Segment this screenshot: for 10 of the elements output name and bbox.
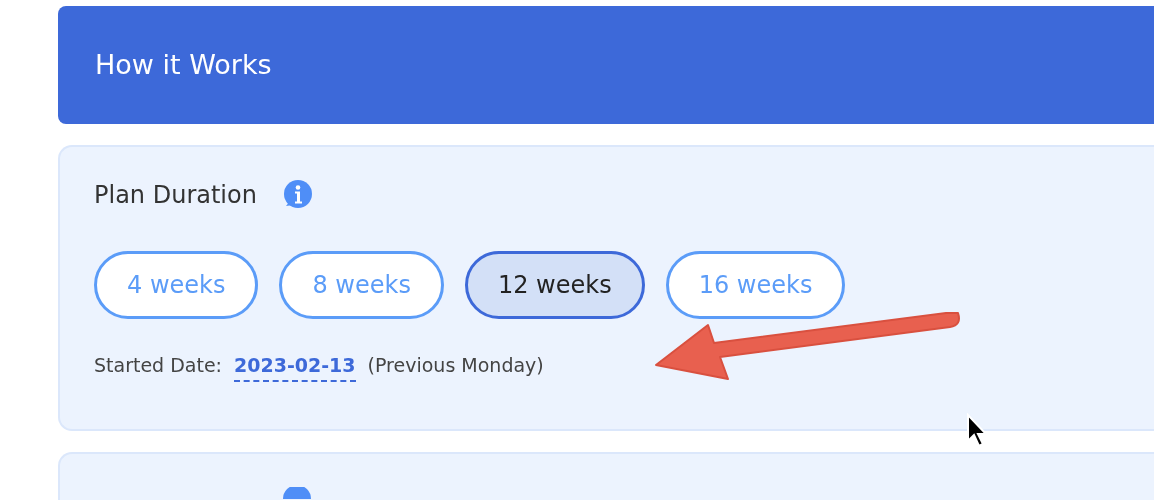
duration-option[interactable]: 8 weeks <box>279 251 444 319</box>
header-title: How it Works <box>95 47 272 82</box>
started-date-label: Started Date: <box>94 353 223 378</box>
started-date-link[interactable]: 2023-02-13 <box>234 351 356 382</box>
duration-option[interactable]: 16 weeks <box>665 251 846 319</box>
info-icon[interactable] <box>280 487 312 499</box>
started-date-note: (Previous Monday) <box>367 353 544 378</box>
duration-option[interactable]: 4 weeks <box>94 251 259 319</box>
section-title: Plan Duration <box>94 180 257 211</box>
duration-option[interactable]: 12 weeks <box>464 251 645 319</box>
